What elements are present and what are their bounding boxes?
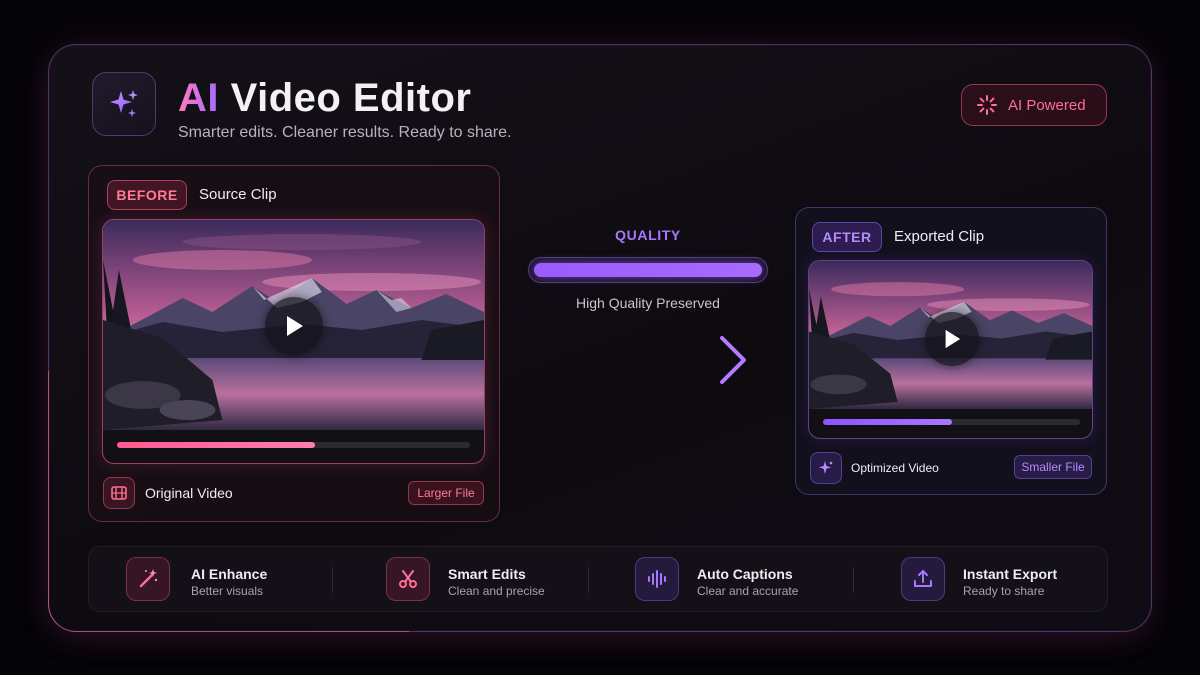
- before-video-player[interactable]: [102, 219, 485, 464]
- feature-subtitle-auto-captions: Clear and accurate: [697, 584, 799, 598]
- transform-arrow-icon: [534, 336, 746, 384]
- smaller-file-tag: Smaller File: [1014, 455, 1092, 479]
- after-progress-track[interactable]: [823, 419, 1080, 425]
- feature-title-instant-export: Instant Export: [963, 566, 1058, 582]
- feature-subtitle-ai-enhance: Better visuals: [191, 584, 264, 598]
- optimized-video-label: Optimized Video: [851, 461, 939, 475]
- after-play-button[interactable]: [925, 312, 979, 366]
- quality-label: QUALITY: [615, 227, 681, 243]
- magic-wand-icon[interactable]: [126, 557, 170, 601]
- feature-divider: [332, 567, 333, 593]
- before-chip: BEFORE: [107, 180, 187, 210]
- before-play-button[interactable]: [265, 297, 323, 355]
- after-card-label: Exported Clip: [894, 228, 985, 245]
- feature-title-smart-edits: Smart Edits: [448, 566, 526, 582]
- quality-meter: [528, 257, 768, 283]
- page-subtitle: Smarter edits. Cleaner results. Ready to…: [178, 124, 512, 141]
- before-progress-track[interactable]: [117, 442, 470, 448]
- feature-title-ai-enhance: AI Enhance: [191, 566, 268, 582]
- after-progress-fill: [823, 419, 952, 425]
- feature-divider: [853, 567, 854, 593]
- after-video-player[interactable]: [808, 260, 1093, 439]
- film-icon: [103, 477, 135, 509]
- play-icon: [287, 316, 303, 336]
- feature-subtitle-instant-export: Ready to share: [963, 584, 1045, 598]
- quality-meter-fill: [534, 263, 762, 277]
- before-progress-fill: [117, 442, 315, 448]
- original-video-label: Original Video: [145, 485, 233, 501]
- title-rest: Video Editor: [230, 76, 472, 120]
- page-title: AI Video Editor: [178, 76, 471, 121]
- feature-subtitle-smart-edits: Clean and precise: [448, 584, 545, 598]
- after-chip: AFTER: [812, 222, 882, 252]
- ai-powered-badge: AI Powered: [961, 84, 1107, 126]
- before-card-label: Source Clip: [199, 186, 277, 203]
- larger-file-tag: Larger File: [408, 481, 484, 505]
- ai-powered-label: AI Powered: [1008, 96, 1086, 114]
- title-accent: AI: [178, 76, 219, 120]
- sparkles-icon: [92, 72, 156, 136]
- sparkle-icon: [810, 452, 842, 484]
- feature-title-auto-captions: Auto Captions: [697, 566, 793, 582]
- play-icon: [945, 329, 961, 349]
- scissors-icon[interactable]: [386, 557, 430, 601]
- burst-icon: [977, 95, 997, 115]
- upload-icon[interactable]: [901, 557, 945, 601]
- quality-status-text: High Quality Preserved: [576, 295, 720, 311]
- waveform-icon[interactable]: [635, 557, 679, 601]
- feature-divider: [588, 567, 589, 593]
